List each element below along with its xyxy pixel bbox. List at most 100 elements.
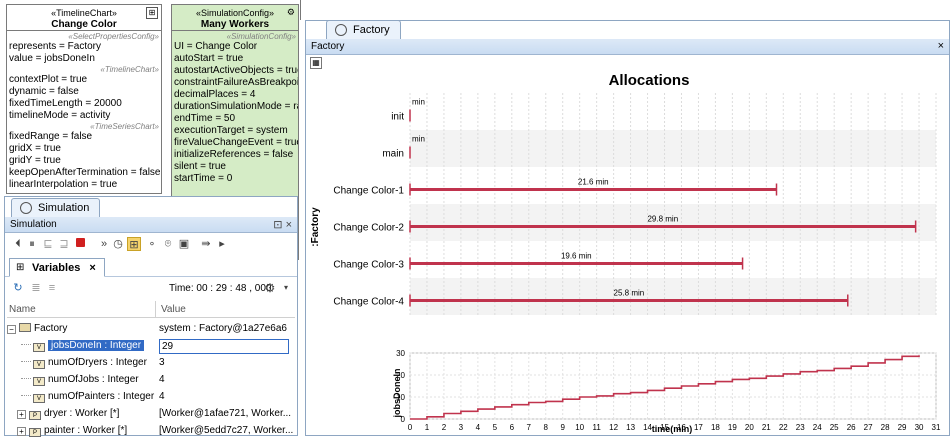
collapse-toggle-icon[interactable]: −	[7, 325, 16, 334]
line-x-tick-label: 1	[425, 423, 430, 432]
table-row[interactable]: VnumOfJobs : Integer 4	[7, 372, 295, 389]
line-x-tick-label: 31	[932, 423, 941, 432]
cfg-executiontarget: executionTarget = system	[174, 125, 288, 136]
close-icon[interactable]: ×	[938, 40, 944, 52]
table-row[interactable]: VjobsDoneIn : Integer 29	[7, 338, 295, 355]
window-controls[interactable]: ⊡ ×	[273, 218, 292, 231]
row-name: painter : Worker [*]	[44, 425, 128, 436]
prop-fixedtimelength: fixedTimeLength = 20000	[9, 98, 122, 109]
line-x-tick-label: 24	[813, 423, 822, 432]
block-icon	[19, 323, 31, 332]
simulation-window[interactable]: Simulation Simulation ⊡ × ⏴ ⏸ ⊑ ⊒ » ◷ ⊞ …	[4, 196, 298, 437]
cfg-durationmode: durationSimulationMode = ran	[174, 101, 298, 112]
row-value: 4	[159, 391, 165, 402]
tab-factory-label: Factory	[353, 24, 390, 36]
camera-icon[interactable]: ⌾	[161, 237, 175, 251]
refresh-icon[interactable]: ↻	[11, 281, 25, 295]
row-name: dryer : Worker [*]	[44, 408, 120, 419]
section-select-properties: «SelectPropertiesConfig»	[68, 32, 159, 41]
cfg-endtime: endTime = 50	[174, 113, 236, 124]
sim-config-icon: ⚙	[286, 7, 295, 17]
row-value-editor[interactable]: 29	[159, 339, 289, 354]
line-x-tick-label: 13	[626, 423, 635, 432]
allocation-data-label: min	[412, 135, 425, 144]
allocation-category-label: main	[382, 149, 404, 160]
stop-icon[interactable]	[73, 237, 87, 251]
export-icon[interactable]: ▣	[177, 237, 191, 251]
table-row[interactable]: + Ppainter : Worker [*] [Worker@5edd7c27,…	[7, 423, 295, 440]
allocation-data-label: 25.8 min	[614, 289, 645, 298]
step-into-icon[interactable]: ⊑	[41, 237, 55, 251]
column-value[interactable]: Value	[161, 304, 186, 315]
prop-contextplot: contextPlot = true	[9, 74, 88, 85]
allocation-data-label: 21.6 min	[578, 178, 609, 187]
table-row[interactable]: + Pdryer : Worker [*] [Worker@1afae721, W…	[7, 406, 295, 423]
row-name: numOfPainters : Integer	[48, 391, 155, 402]
line-x-tick-label: 26	[847, 423, 856, 432]
row-name: numOfJobs : Integer	[48, 374, 139, 385]
diagram-divider	[300, 0, 301, 20]
breakpoint-icon[interactable]: ∘	[145, 237, 159, 251]
timer-icon[interactable]: ◷	[111, 237, 125, 251]
cfg-decimalplaces: decimalPlaces = 4	[174, 89, 256, 100]
tab-variables-close[interactable]: ×	[89, 262, 95, 274]
line-x-tick-label: 27	[864, 423, 873, 432]
expand-toggle-icon[interactable]: +	[17, 410, 26, 419]
timeline-chart-block[interactable]: ⊞ «TimelineChart» Change Color «SelectPr…	[6, 4, 162, 194]
step-back-icon[interactable]: ⏴	[11, 237, 25, 251]
skip-icon[interactable]: »	[97, 237, 111, 251]
line-y-tick-label: 30	[396, 349, 405, 358]
animate-icon[interactable]: ⊞	[127, 237, 141, 251]
allocation-category-label: Change Color-3	[333, 260, 404, 271]
allocation-category-label: Change Color-2	[333, 223, 404, 234]
line-x-tick-label: 23	[796, 423, 805, 432]
line-x-tick-label: 9	[560, 423, 565, 432]
variables-toolbar: ↻ ≣ ≡ Time: 00 : 29 : 48 , 000 ⚙ ▾	[5, 277, 297, 299]
table-row[interactable]: VnumOfDryers : Integer 3	[7, 355, 295, 372]
factory-chart-window[interactable]: Factory Factory × ▦ Allocations init min m…	[305, 20, 950, 436]
cfg-constraintfailure: constraintFailureAsBreakpoint	[174, 77, 298, 88]
tab-simulation-label: Simulation	[38, 202, 90, 214]
step-over-icon[interactable]: ⊒	[57, 237, 71, 251]
row-value: system : Factory@1a27e6a6	[159, 323, 287, 334]
tab-variables[interactable]: ⊞ Variables ×	[9, 258, 105, 277]
pause-icon[interactable]: ⏸	[25, 237, 39, 251]
collapse-all-icon[interactable]: ≡	[45, 281, 59, 295]
prop-gridy: gridY = true	[9, 155, 61, 166]
line-x-tick-label: 7	[527, 423, 532, 432]
allocation-category-label: Change Color-4	[333, 297, 404, 308]
tree-line	[21, 344, 31, 345]
more-icon[interactable]: ▸	[215, 237, 229, 251]
variables-icon: ⊞	[16, 262, 25, 273]
timeline-chart-icon: ⊞	[146, 7, 158, 19]
allocation-row-band	[410, 93, 936, 130]
allocation-row-band	[410, 167, 936, 204]
tab-factory[interactable]: Factory	[326, 20, 401, 39]
prop-keepopen: keepOpenAfterTermination = false	[9, 167, 161, 178]
gear-icon[interactable]: ⚙	[263, 281, 277, 295]
line-x-tick-label: 8	[544, 423, 549, 432]
line-x-tick-label: 17	[694, 423, 703, 432]
line-x-tick-label: 29	[898, 423, 907, 432]
expand-all-icon[interactable]: ≣	[29, 281, 43, 295]
simulation-time: Time: 00 : 29 : 48 , 000	[169, 283, 272, 294]
cfg-initializerefs: initializeReferences = false	[174, 149, 294, 160]
chart-title: Allocations	[609, 72, 690, 89]
chevron-down-icon[interactable]: ▾	[279, 281, 293, 295]
table-row[interactable]: VnumOfPainters : Integer 4	[7, 389, 295, 406]
line-xlabel: time(min)	[652, 424, 693, 434]
tab-simulation[interactable]: Simulation	[11, 198, 101, 217]
expand-toggle-icon[interactable]: +	[17, 427, 26, 436]
line-x-tick-label: 20	[745, 423, 754, 432]
table-row[interactable]: − Factory system : Factory@1a27e6a6	[7, 321, 295, 338]
column-name[interactable]: Name	[9, 304, 36, 315]
line-x-tick-label: 25	[830, 423, 839, 432]
record-icon[interactable]: ⇛	[199, 237, 213, 251]
allocation-row-band	[410, 278, 936, 315]
prop-represents: represents = Factory	[9, 41, 101, 52]
line-x-tick-label: 10	[575, 423, 584, 432]
cfg-starttime: startTime = 0	[174, 173, 233, 184]
value-property-icon: V	[33, 360, 45, 369]
cfg-ui: UI = Change Color	[174, 41, 258, 52]
allocation-data-label: 29.8 min	[647, 215, 678, 224]
